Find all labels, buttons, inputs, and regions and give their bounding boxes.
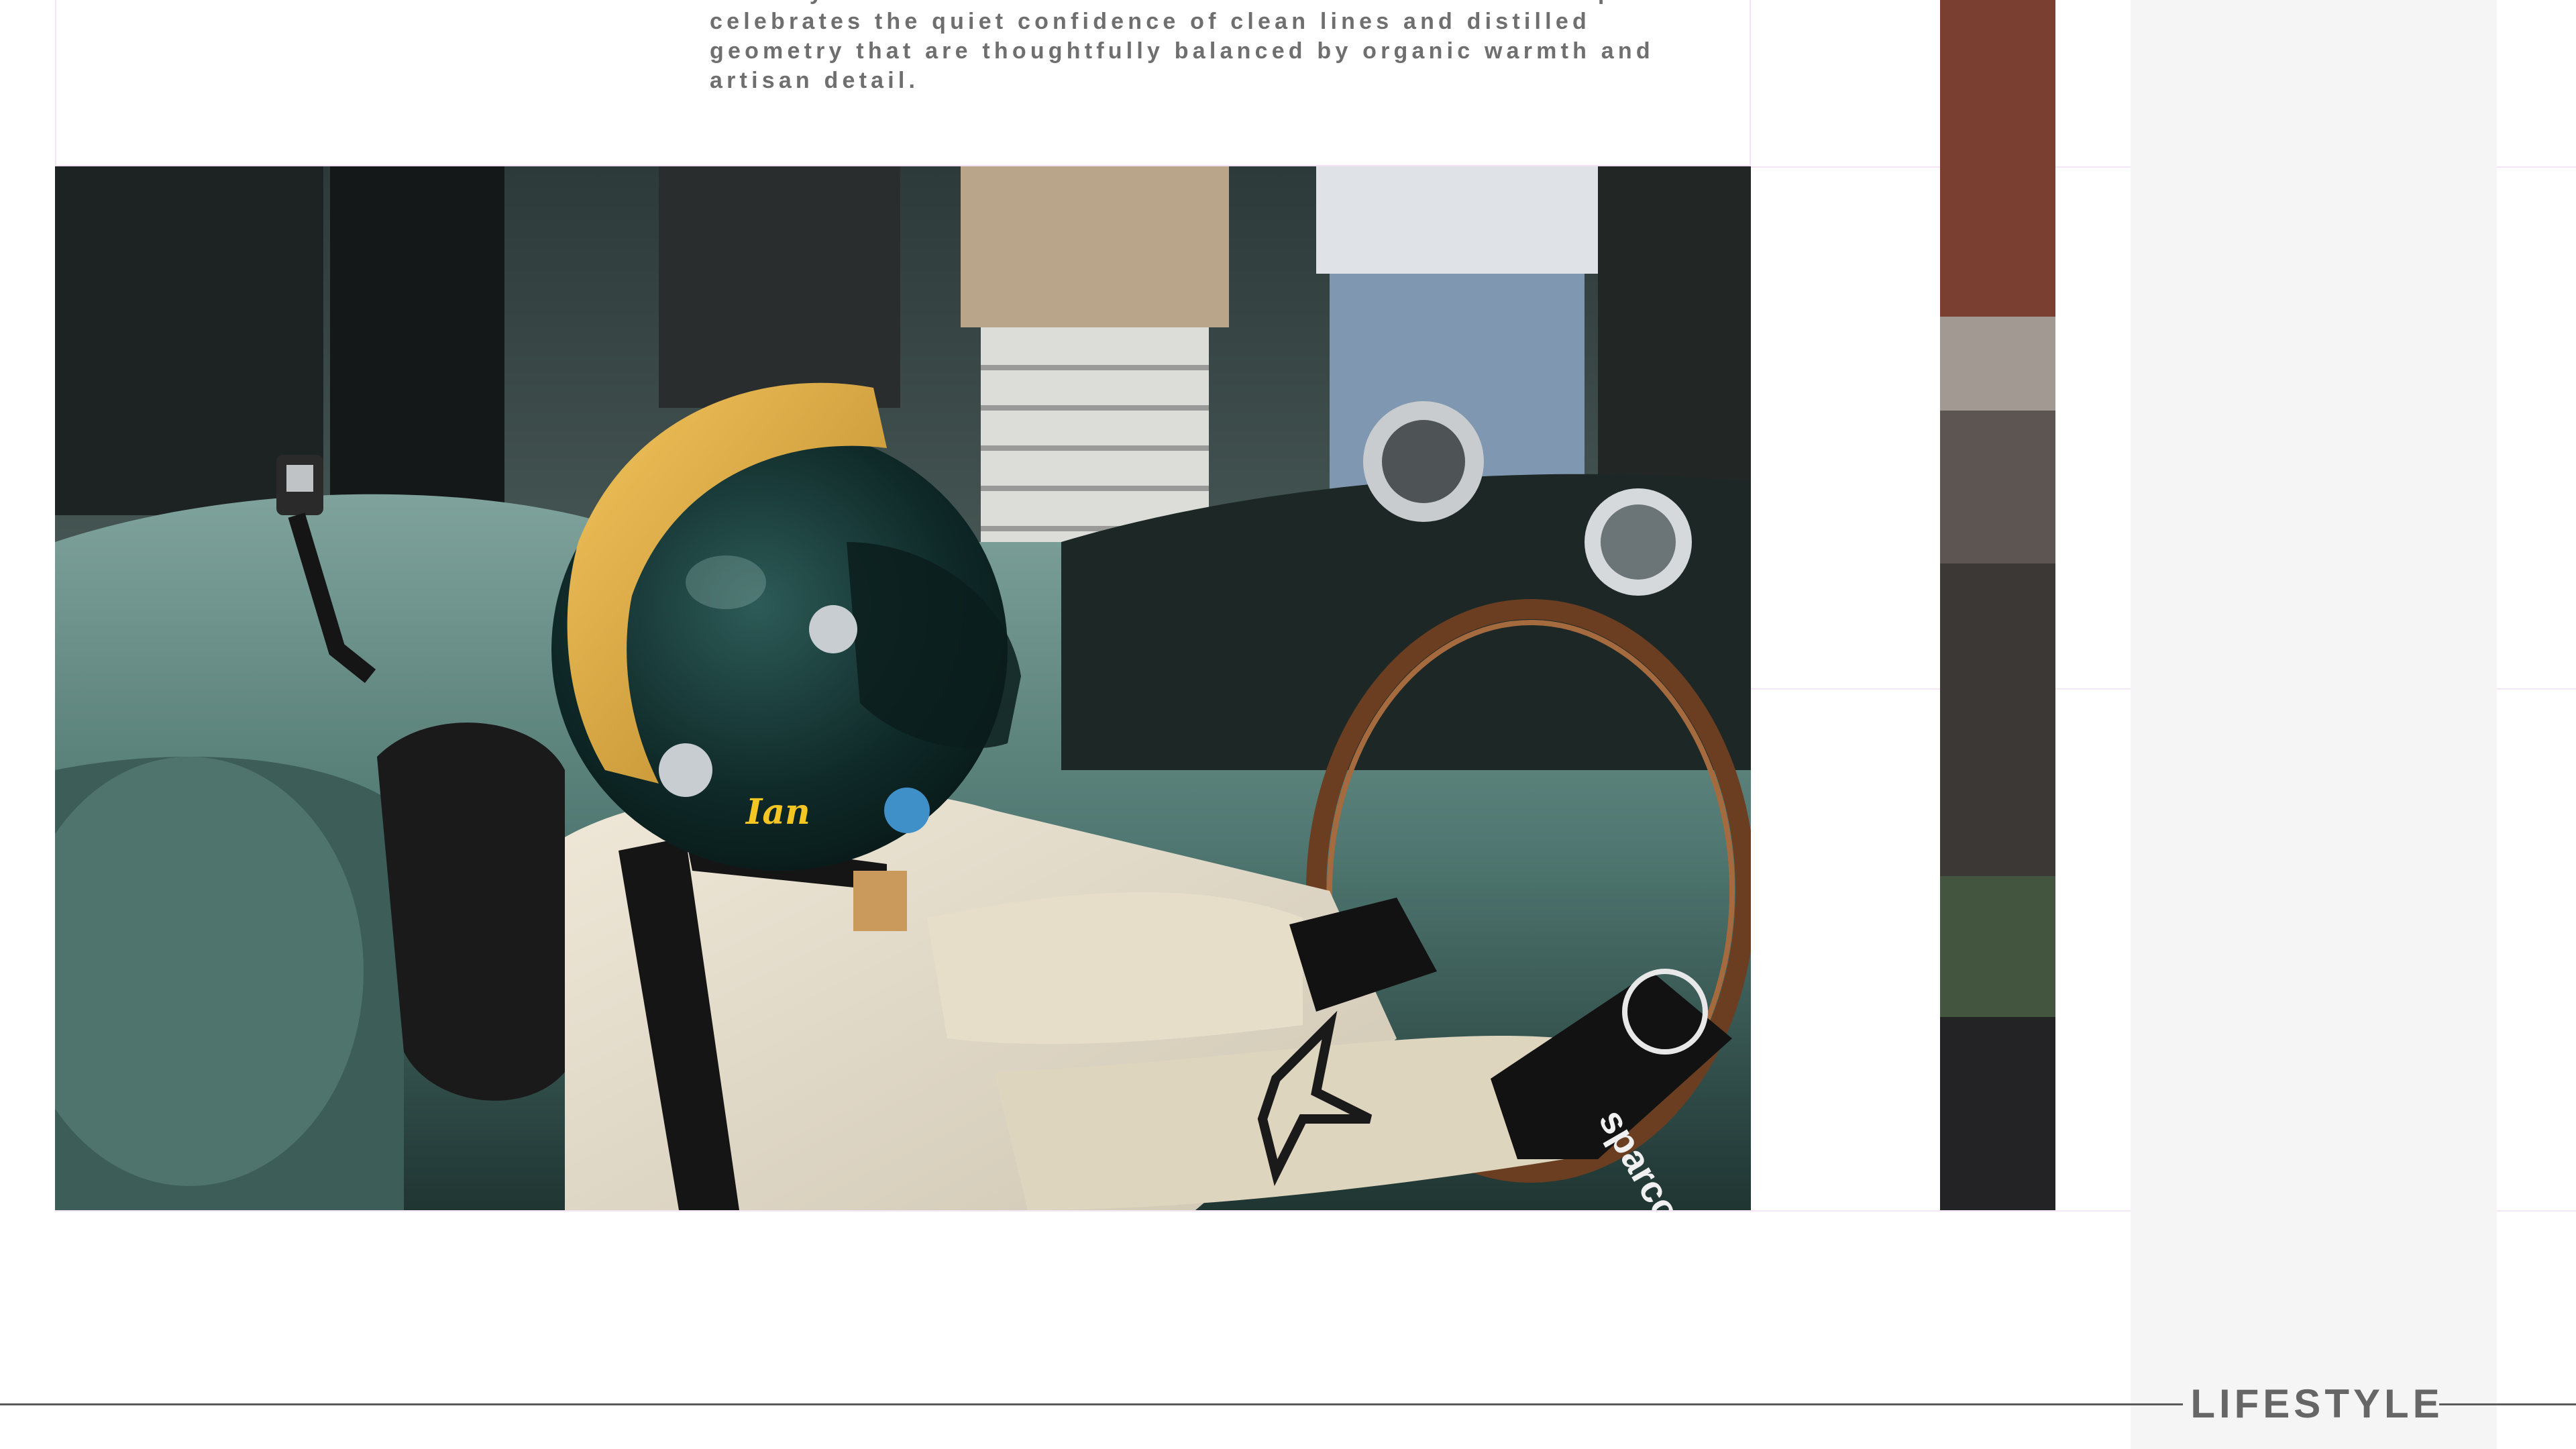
section-label: LIFESTYLE (2190, 1381, 2444, 1426)
guide-line (2497, 1210, 2576, 1212)
concept-description: sensory and emotional moment within the … (710, 0, 1654, 93)
footer-rule-right (2439, 1403, 2576, 1405)
racing-driver-photo: sparco Ian (55, 166, 1751, 1210)
guide-line (2497, 166, 2576, 168)
swatch-forest-green (1940, 876, 2055, 1017)
guide-line (2497, 688, 2576, 690)
swatch-ink (1940, 1017, 2055, 1210)
moodboard-page: sensory and emotional moment within the … (0, 0, 2576, 1449)
swatch-warm-grey (1940, 411, 2055, 564)
color-palette (1940, 0, 2055, 1210)
swatch-rust (1940, 0, 2055, 317)
footer-rule-left (0, 1403, 2183, 1405)
helmet-name: Ian (745, 792, 810, 833)
swatch-charcoal (1940, 564, 2055, 876)
side-panel (2131, 0, 2497, 1449)
swatch-taupe (1940, 317, 2055, 411)
guide-line (55, 1210, 2131, 1212)
